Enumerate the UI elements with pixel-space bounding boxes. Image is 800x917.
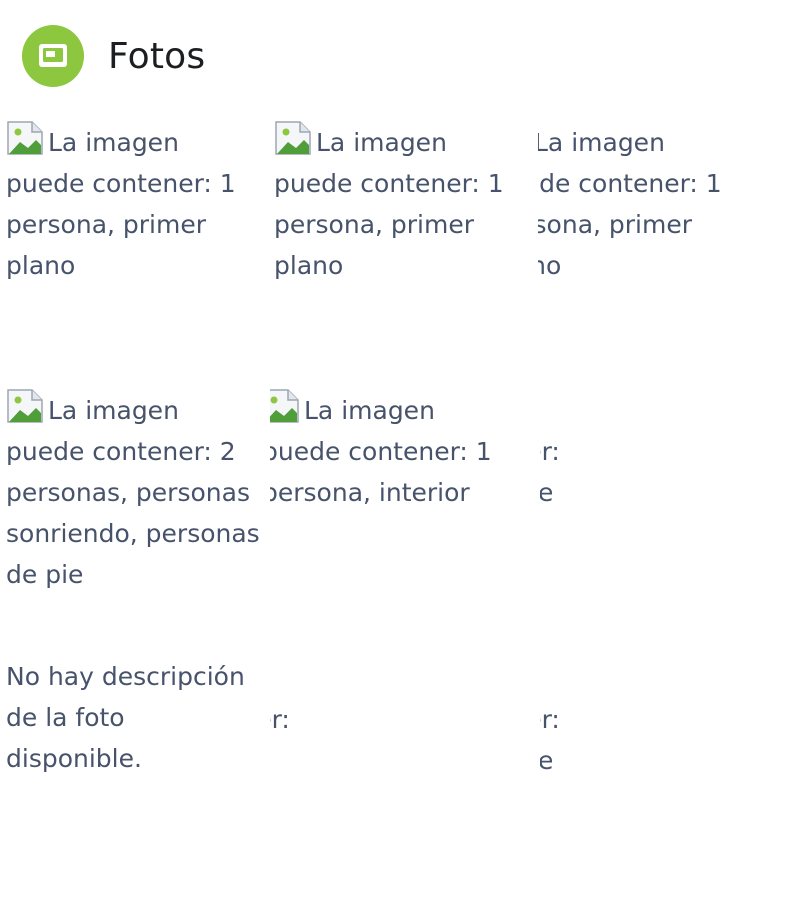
broken-image-icon	[6, 388, 46, 424]
photo-alt-text: La imagen puede contener: personas de pi…	[540, 437, 560, 507]
photo-tile[interactable]: La imagen puede contener: 1 persona, pri…	[268, 120, 530, 320]
photo-alt-text: No hay descripción de la foto disponible…	[6, 662, 245, 773]
photo-tile[interactable]: La imagen puede contener: personas de pi…	[540, 656, 800, 916]
photo-tile[interactable]: La imagen puede contener: 1 persona, pri…	[0, 120, 262, 320]
photo-icon	[22, 25, 84, 87]
photo-grid: La imagen puede contener: 1 persona, pri…	[0, 112, 800, 917]
broken-image-icon	[6, 120, 46, 156]
photo-alt-text: La imagen puede contener: personas de pi…	[540, 705, 560, 775]
photo-tile[interactable]: La imagen puede contener: 1 persona, pri…	[538, 120, 800, 320]
photo-tile[interactable]: La imagen puede contener: personas de pi…	[540, 388, 800, 638]
photo-tile[interactable]: La imagen puede contener: 1 persona, int…	[270, 388, 532, 638]
broken-image-icon	[274, 120, 314, 156]
photo-tile[interactable]: La imagen puede contener: interior	[270, 656, 532, 916]
photo-alt-text: La imagen puede contener: 1 persona, int…	[270, 396, 492, 507]
section-title[interactable]: Fotos	[108, 36, 205, 77]
photo-tile[interactable]: No hay descripción de la foto disponible…	[0, 656, 262, 916]
photos-section-header: Fotos	[22, 24, 205, 88]
photo-alt-text: La imagen puede contener: 1 persona, pri…	[538, 128, 722, 280]
photo-tile[interactable]: La imagen puede contener: 2 personas, pe…	[0, 388, 262, 638]
broken-image-icon	[270, 388, 302, 424]
photo-alt-text: La imagen puede contener: interior	[270, 705, 290, 734]
photo-alt-text: La imagen puede contener: 2 personas, pe…	[6, 396, 260, 589]
